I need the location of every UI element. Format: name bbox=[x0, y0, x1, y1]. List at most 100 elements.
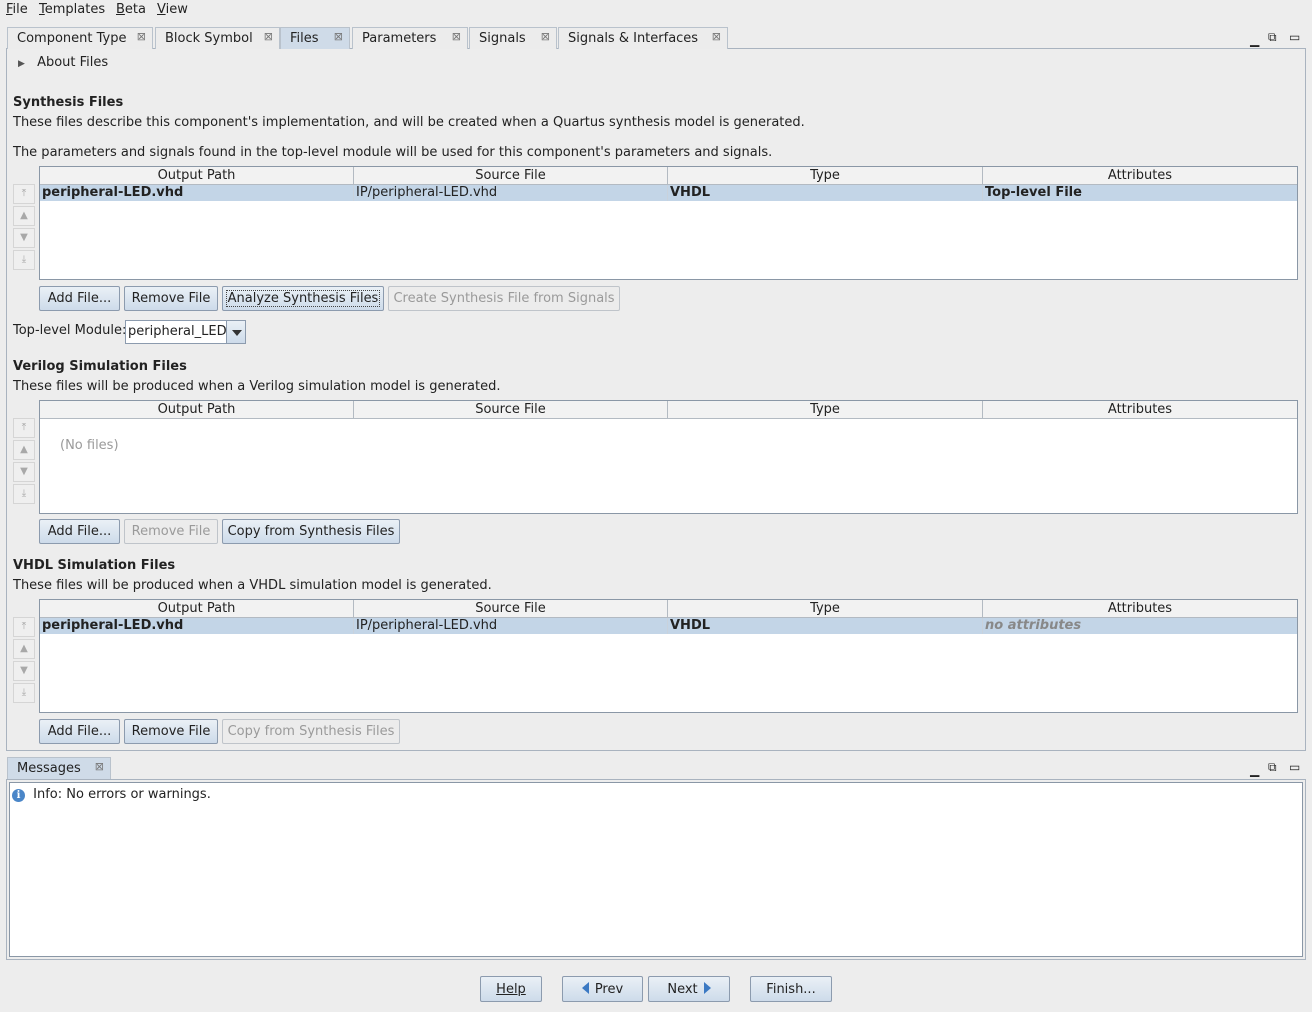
analyze-synthesis-files-button[interactable]: Analyze Synthesis Files bbox=[222, 286, 384, 311]
move-up-icon[interactable]: ▲ bbox=[13, 440, 35, 460]
message-text: Info: No errors or warnings. bbox=[33, 787, 211, 802]
tab-label: Parameters bbox=[362, 31, 437, 46]
float-icon[interactable]: ⧉ bbox=[1268, 760, 1277, 775]
expand-arrow-icon: ▶ bbox=[18, 59, 25, 69]
move-top-icon[interactable]: ⤒ bbox=[13, 418, 35, 438]
column-output-path[interactable]: Output Path bbox=[40, 167, 354, 185]
maximize-icon[interactable]: ▭ bbox=[1289, 760, 1300, 774]
add-file-button[interactable]: Add File... bbox=[39, 519, 120, 544]
tab-label: Files bbox=[290, 31, 319, 46]
arrow-left-icon bbox=[581, 982, 589, 994]
tab-signals-interfaces[interactable]: Signals & Interfaces ⊠ bbox=[558, 27, 728, 49]
close-icon[interactable]: ⊠ bbox=[541, 30, 550, 43]
empty-placeholder: (No files) bbox=[60, 438, 119, 453]
column-type[interactable]: Type bbox=[668, 600, 983, 618]
prev-button[interactable]: Prev bbox=[562, 976, 643, 1002]
tab-parameters[interactable]: Parameters ⊠ bbox=[352, 27, 468, 49]
messages-panel: i Info: No errors or warnings. bbox=[6, 779, 1306, 960]
add-file-button[interactable]: Add File... bbox=[39, 719, 120, 744]
copy-from-synthesis-button[interactable]: Copy from Synthesis Files bbox=[222, 519, 400, 544]
info-icon: i bbox=[12, 789, 25, 802]
tab-messages[interactable]: Messages ⊠ bbox=[7, 757, 111, 779]
column-attributes[interactable]: Attributes bbox=[983, 401, 1297, 419]
column-attributes[interactable]: Attributes bbox=[983, 600, 1297, 618]
help-button[interactable]: Help bbox=[480, 976, 542, 1002]
top-level-module-label: Top-level Module: bbox=[13, 323, 127, 338]
menu-view[interactable]: View bbox=[157, 2, 188, 17]
minimize-icon[interactable]: ▁ bbox=[1250, 763, 1259, 777]
minimize-icon[interactable]: ▁ bbox=[1250, 33, 1259, 47]
move-bottom-icon[interactable]: ⤓ bbox=[13, 484, 35, 504]
cell-attributes: Top-level File bbox=[985, 185, 1082, 200]
finish-button[interactable]: Finish... bbox=[750, 976, 832, 1002]
column-type[interactable]: Type bbox=[668, 401, 983, 419]
table-row[interactable]: peripheral-LED.vhd IP/peripheral-LED.vhd… bbox=[40, 185, 1297, 201]
menu-file[interactable]: File bbox=[6, 2, 28, 17]
close-icon[interactable]: ⊠ bbox=[137, 30, 146, 43]
verilog-title: Verilog Simulation Files bbox=[13, 359, 187, 374]
column-output-path[interactable]: Output Path bbox=[40, 401, 354, 419]
move-bottom-icon[interactable]: ⤓ bbox=[13, 250, 35, 270]
vhdl-desc: These files will be produced when a VHDL… bbox=[13, 578, 492, 593]
tab-block-symbol[interactable]: Block Symbol ⊠ bbox=[155, 27, 280, 49]
menu-bar: File Templates Beta View bbox=[0, 0, 1312, 20]
vhdl-table: Output Path Source File Type Attributes … bbox=[39, 599, 1298, 713]
messages-list: i Info: No errors or warnings. bbox=[9, 782, 1303, 957]
tab-component-type[interactable]: Component Type ⊠ bbox=[7, 27, 153, 49]
cell-output-path: peripheral-LED.vhd bbox=[40, 185, 354, 201]
maximize-icon[interactable]: ▭ bbox=[1289, 30, 1300, 44]
tab-signals[interactable]: Signals ⊠ bbox=[469, 27, 557, 49]
column-attributes[interactable]: Attributes bbox=[983, 167, 1297, 185]
move-top-icon[interactable]: ⤒ bbox=[13, 617, 35, 637]
synthesis-desc-2: The parameters and signals found in the … bbox=[13, 145, 773, 160]
synthesis-table: Output Path Source File Type Attributes … bbox=[39, 166, 1298, 280]
tab-files[interactable]: Files ⊠ bbox=[280, 27, 350, 49]
move-top-icon[interactable]: ⤒ bbox=[13, 184, 35, 204]
create-synthesis-file-button[interactable]: Create Synthesis File from Signals bbox=[388, 286, 620, 311]
column-source-file[interactable]: Source File bbox=[354, 167, 668, 185]
copy-from-synthesis-button[interactable]: Copy from Synthesis Files bbox=[222, 719, 400, 744]
tab-label: Signals & Interfaces bbox=[568, 31, 699, 46]
close-icon[interactable]: ⊠ bbox=[334, 30, 343, 43]
move-up-icon[interactable]: ▲ bbox=[13, 206, 35, 226]
close-icon[interactable]: ⊠ bbox=[712, 30, 721, 43]
table-header: Output Path Source File Type Attributes bbox=[40, 600, 1297, 618]
table-row[interactable]: peripheral-LED.vhd IP/peripheral-LED.vhd… bbox=[40, 618, 1297, 634]
close-icon[interactable]: ⊠ bbox=[95, 760, 104, 773]
float-icon[interactable]: ⧉ bbox=[1268, 30, 1277, 45]
button-label: Analyze Synthesis Files bbox=[225, 290, 381, 307]
remove-file-button[interactable]: Remove File bbox=[124, 719, 218, 744]
top-level-module-value: peripheral_LED bbox=[128, 324, 227, 339]
message-item[interactable]: i Info: No errors or warnings. bbox=[12, 787, 211, 802]
tab-label: Block Symbol bbox=[165, 31, 253, 46]
column-output-path[interactable]: Output Path bbox=[40, 600, 354, 618]
move-up-icon[interactable]: ▲ bbox=[13, 639, 35, 659]
remove-file-button[interactable]: Remove File bbox=[124, 519, 218, 544]
help-label: Help bbox=[496, 982, 526, 997]
table-header: Output Path Source File Type Attributes bbox=[40, 167, 1297, 185]
next-button[interactable]: Next bbox=[648, 976, 730, 1002]
column-source-file[interactable]: Source File bbox=[354, 401, 668, 419]
about-files-label: About Files bbox=[37, 55, 109, 70]
remove-file-button[interactable]: Remove File bbox=[124, 286, 218, 311]
cell-type: VHDL bbox=[668, 185, 983, 201]
verilog-table: Output Path Source File Type Attributes … bbox=[39, 400, 1298, 514]
move-down-icon[interactable]: ▼ bbox=[13, 661, 35, 681]
tab-label: Component Type bbox=[17, 31, 127, 46]
next-label: Next bbox=[667, 982, 698, 997]
menu-beta[interactable]: Beta bbox=[116, 2, 146, 17]
close-icon[interactable]: ⊠ bbox=[452, 30, 461, 43]
add-file-button[interactable]: Add File... bbox=[39, 286, 120, 311]
menu-templates[interactable]: Templates bbox=[39, 2, 105, 17]
chevron-down-icon[interactable] bbox=[226, 321, 245, 343]
move-down-icon[interactable]: ▼ bbox=[13, 462, 35, 482]
tab-label: Signals bbox=[479, 31, 526, 46]
column-type[interactable]: Type bbox=[668, 167, 983, 185]
move-bottom-icon[interactable]: ⤓ bbox=[13, 683, 35, 703]
about-files-toggle[interactable]: ▶ About Files bbox=[18, 55, 108, 70]
move-down-icon[interactable]: ▼ bbox=[13, 228, 35, 248]
arrow-right-icon bbox=[703, 982, 711, 994]
column-source-file[interactable]: Source File bbox=[354, 600, 668, 618]
top-level-module-select[interactable]: peripheral_LED bbox=[125, 320, 246, 344]
close-icon[interactable]: ⊠ bbox=[264, 30, 273, 43]
